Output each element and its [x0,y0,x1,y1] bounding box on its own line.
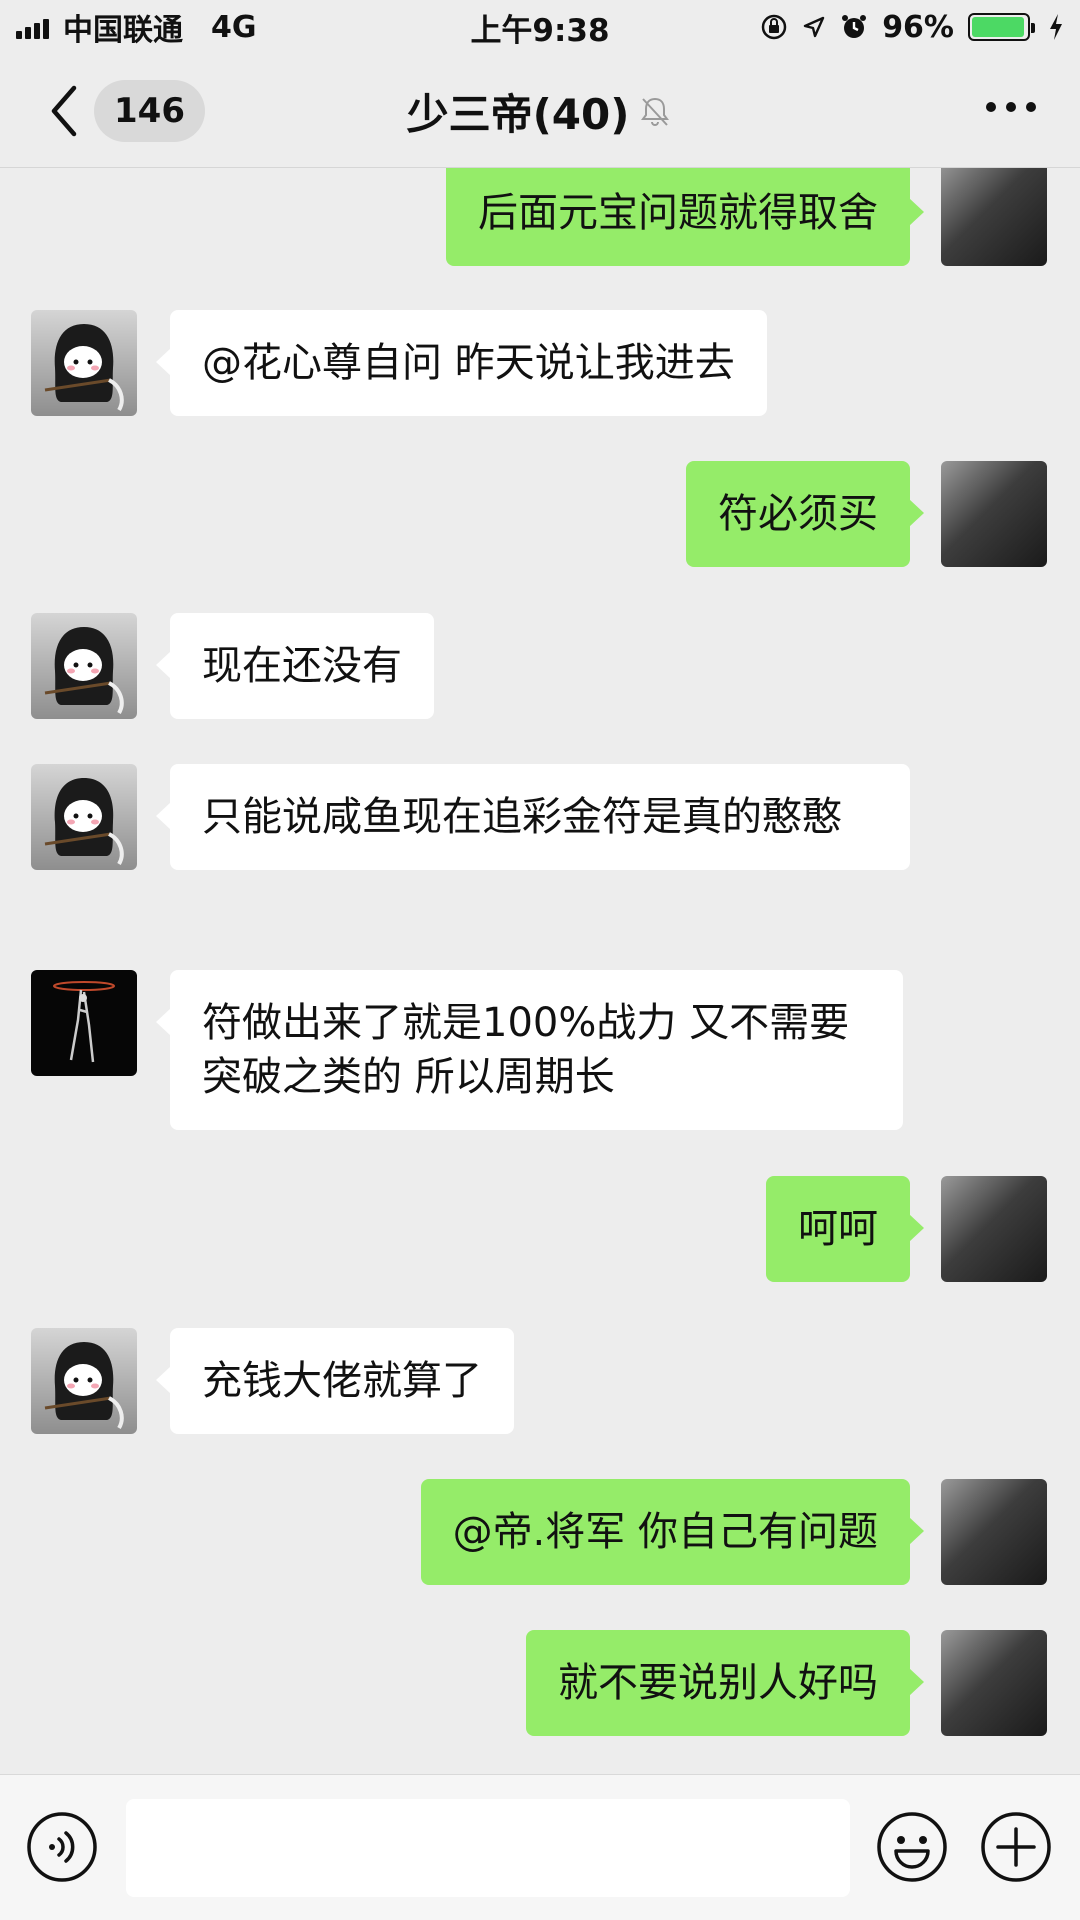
avatar[interactable] [31,764,137,870]
message-bubble[interactable]: 只能说咸鱼现在追彩金符是真的憨憨 [156,764,910,870]
message-bubble[interactable]: 呵呵 [766,1176,924,1282]
message-bubble[interactable]: 符必须买 [686,461,924,567]
battery-percent: 96% [882,9,954,45]
chat-title: 少三帝(40) [406,89,630,139]
input-bar [0,1774,1080,1920]
emoji-icon[interactable] [876,1811,948,1883]
charging-icon [1050,14,1062,40]
message-list[interactable]: 后面元宝问题就得取舍 @花心尊自问 昨天说让我进去 符必须买 现在还没有 只能说… [0,168,1080,1774]
message-input[interactable] [126,1799,850,1897]
reaper-avatar-art [44,324,124,412]
avatar[interactable] [31,970,137,1076]
battery-icon [968,13,1035,41]
message-bubble[interactable]: @帝.将军 你自己有问题 [420,1479,925,1585]
location-icon [803,16,825,38]
avatar[interactable] [941,1176,1047,1282]
avatar[interactable] [941,1479,1047,1585]
alarm-icon [842,15,867,38]
signal-icon [16,15,49,39]
message-bubble[interactable]: 符做出来了就是100%战力 又不需要突破之类的 所以周期长 [156,970,903,1130]
voice-icon[interactable] [26,1811,98,1883]
orientation-lock-icon [761,14,787,40]
avatar[interactable] [31,1328,137,1434]
avatar[interactable] [941,1630,1047,1736]
network-type: 4G [211,9,257,45]
message-bubble[interactable]: 后面元宝问题就得取舍 [446,168,924,266]
message-bubble[interactable]: 现在还没有 [156,613,434,719]
more-icon[interactable] [986,102,1036,112]
avatar[interactable] [31,310,137,416]
avatar[interactable] [941,168,1047,266]
chat-nav-bar: 146 少三帝(40) [0,54,1080,168]
message-bubble[interactable]: 就不要说别人好吗 [526,1630,924,1736]
battery-fill [972,17,1024,37]
reaper-avatar-art [44,1342,124,1430]
plus-icon[interactable] [980,1811,1052,1883]
message-bubble[interactable]: 充钱大佬就算了 [156,1328,514,1434]
dark-figure-avatar-art [53,981,115,1063]
status-bar: 中国联通 4G 上午9:38 96% [0,0,1080,54]
mute-bell-icon [641,97,670,126]
carrier-name: 中国联通 [63,13,183,48]
reaper-avatar-art [44,627,124,715]
reaper-avatar-art [44,778,124,866]
chat-title-wrap: 少三帝(40) [0,54,1080,168]
avatar[interactable] [31,613,137,719]
chat-screen: 中国联通 4G 上午9:38 96% 146 少三帝(40) 后面元宝问题就得取… [0,0,1080,1920]
message-bubble[interactable]: @花心尊自问 昨天说让我进去 [156,310,767,416]
avatar[interactable] [941,461,1047,567]
